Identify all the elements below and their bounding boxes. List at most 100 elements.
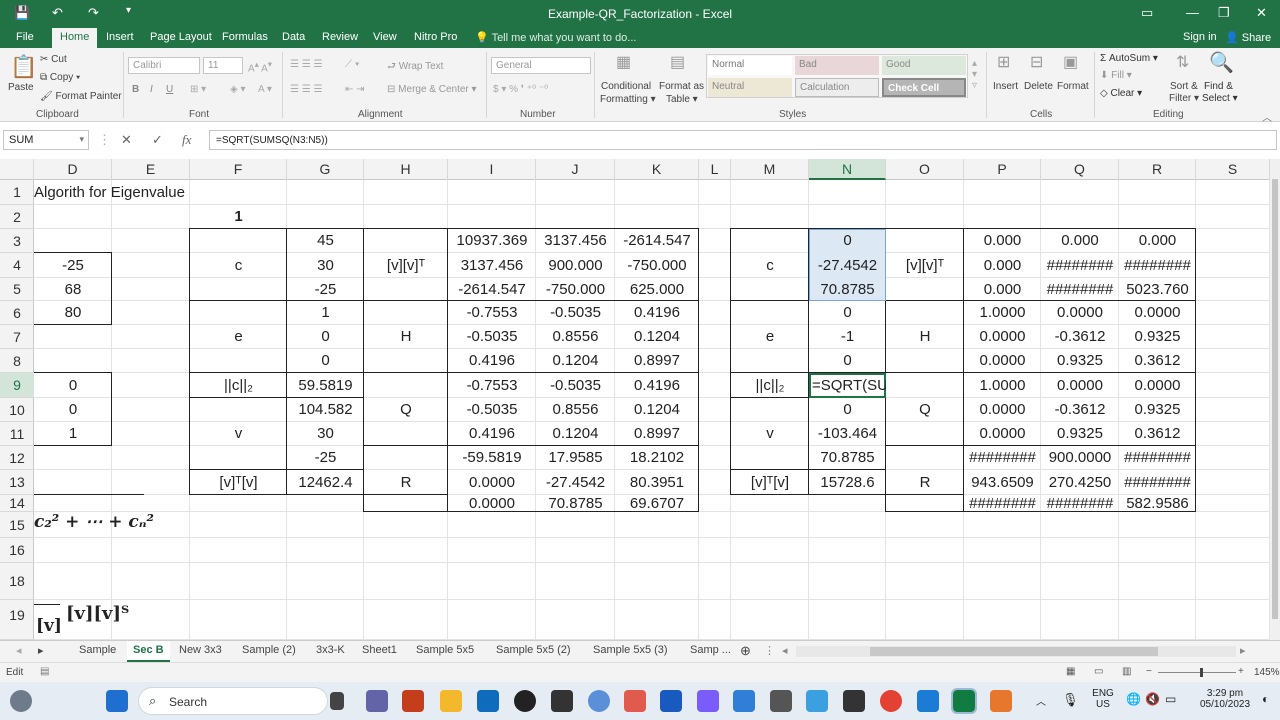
chrome-icon[interactable] — [880, 690, 902, 712]
col-header[interactable]: L — [699, 159, 731, 180]
col-header[interactable]: D — [34, 159, 112, 180]
language-indicator[interactable]: ENG US — [1090, 688, 1116, 710]
zoom-level[interactable]: 145% — [1254, 667, 1280, 678]
number-format-icons[interactable]: $ ▾ % ❜ ⁺⁰ ⁻⁰ — [493, 84, 548, 95]
tab-home[interactable]: Home — [52, 28, 98, 48]
tab-page-layout[interactable]: Page Layout — [150, 31, 212, 43]
notepad-icon[interactable] — [917, 690, 939, 712]
row-header[interactable]: 1 — [0, 180, 34, 205]
sheet-tab[interactable]: Sample — [79, 644, 116, 656]
zoom-slider[interactable] — [1158, 672, 1236, 673]
number-format-select[interactable]: General — [491, 57, 591, 74]
col-header[interactable]: F — [190, 159, 287, 180]
style-bad[interactable]: Bad — [795, 56, 879, 75]
widgets-icon[interactable] — [10, 690, 32, 712]
restore-icon[interactable]: ❐ — [1218, 5, 1230, 21]
align-top-icons[interactable]: ☰ ☰ ☰ — [290, 59, 322, 70]
scroll-right-icon[interactable]: ▸ — [1240, 644, 1246, 657]
find-select-button[interactable]: Find & — [1204, 81, 1233, 92]
col-header[interactable]: O — [886, 159, 964, 180]
format-as-table-icon[interactable]: ▤ — [670, 52, 685, 72]
tab-review[interactable]: Review — [322, 31, 358, 43]
row-header[interactable]: 5 — [0, 278, 34, 301]
zoom-out-icon[interactable]: − — [1146, 666, 1152, 677]
col-header[interactable]: R — [1119, 159, 1196, 180]
copy-button[interactable]: ⧉ Copy ▾ — [40, 72, 80, 83]
font-name-select[interactable]: Calibri — [128, 57, 200, 74]
font-color-icon[interactable]: A ▾ — [258, 84, 272, 95]
matlab-icon[interactable] — [990, 690, 1012, 712]
zoom-slider-thumb[interactable] — [1200, 668, 1203, 677]
cut-button[interactable]: ✂ Cut — [40, 54, 67, 65]
style-normal[interactable]: Normal — [708, 56, 792, 75]
sheet-tab[interactable]: Sample 5x5 — [416, 644, 474, 656]
network-icon[interactable]: 🌐 — [1126, 692, 1141, 706]
conditional-formatting-icon[interactable]: ▦ — [616, 52, 631, 72]
italic-button[interactable]: I — [150, 84, 153, 95]
row-header[interactable]: 12 — [0, 446, 34, 470]
row-header[interactable]: 7 — [0, 325, 34, 349]
find-select-icon[interactable]: 🔍 — [1209, 50, 1234, 75]
tab-nitro-pro[interactable]: Nitro Pro — [414, 31, 457, 43]
col-header[interactable]: G — [287, 159, 364, 180]
delete-cells-button[interactable]: Delete — [1024, 81, 1053, 92]
clear-button[interactable]: ◇ Clear ▾ — [1100, 88, 1142, 99]
zoom-in-icon[interactable]: + — [1238, 666, 1244, 677]
app-slides-icon[interactable] — [624, 690, 646, 712]
insert-function-icon[interactable]: fx — [182, 132, 191, 148]
sort-filter-icon[interactable]: ⇅ — [1176, 52, 1189, 72]
scroll-left-icon[interactable]: ◂ — [782, 644, 788, 657]
tell-me-search[interactable]: 💡 Tell me what you want to do... — [475, 31, 636, 44]
page-layout-view-icon[interactable]: ▭ — [1094, 666, 1103, 677]
worksheet-grid[interactable]: Algorith for Eigenvalue 1 -25 68 80 0 0 … — [34, 180, 1270, 640]
next-sheet-icon[interactable]: ▸ — [38, 644, 44, 657]
app-cube-icon[interactable] — [551, 690, 573, 712]
app-s-icon[interactable] — [806, 690, 828, 712]
tab-formulas[interactable]: Formulas — [222, 31, 268, 43]
sheet-tab[interactable]: Sample 5x5 (2) — [496, 644, 571, 656]
sheet-tab[interactable]: Sample 5x5 (3) — [593, 644, 668, 656]
row-header[interactable]: 16 — [0, 538, 34, 563]
delete-cells-icon[interactable]: ⊟ — [1030, 52, 1043, 72]
teams-icon[interactable] — [366, 690, 388, 712]
excel-taskbar-icon[interactable] — [951, 688, 977, 714]
tab-file[interactable]: File — [16, 31, 34, 43]
row-header[interactable]: 14 — [0, 495, 34, 512]
start-icon[interactable] — [106, 690, 128, 712]
insert-cells-icon[interactable]: ⊞ — [997, 52, 1010, 72]
style-good[interactable]: Good — [882, 56, 966, 75]
row-header[interactable]: 3 — [0, 229, 34, 253]
sort-filter-button[interactable]: Sort & — [1170, 81, 1198, 92]
styles-more-icon[interactable]: ▴ ▾ ▿ — [972, 58, 977, 91]
microphone-icon[interactable]: 🎙 — [1062, 692, 1079, 708]
indent-icons[interactable]: ⇤ ⇥ — [345, 84, 365, 95]
col-header[interactable]: J — [536, 159, 615, 180]
row-header[interactable]: 18 — [0, 563, 34, 600]
macro-record-icon[interactable]: ▤ — [40, 666, 49, 677]
orientation-icon[interactable]: ⟋ ▾ — [345, 59, 360, 70]
col-header[interactable]: P — [964, 159, 1041, 180]
borders-icon[interactable]: ⊞ ▾ — [190, 84, 206, 95]
sheet-tab[interactable]: 3x3-K — [316, 644, 345, 656]
style-neutral[interactable]: Neutral — [708, 78, 792, 97]
row-header[interactable]: 11 — [0, 422, 34, 446]
bold-button[interactable]: B — [132, 84, 139, 95]
fill-button[interactable]: ⬇ Fill ▾ — [1100, 70, 1132, 81]
word-icon[interactable] — [660, 690, 682, 712]
add-sheet-icon[interactable]: ⊕ — [740, 643, 751, 659]
calendar-icon[interactable] — [733, 690, 755, 712]
sheet-tab[interactable]: New 3x3 — [179, 644, 222, 656]
page-break-view-icon[interactable]: ▥ — [1122, 666, 1131, 677]
horizontal-scroll-thumb[interactable] — [870, 647, 1158, 656]
tab-split-handle-icon[interactable]: ⋮ — [764, 644, 775, 657]
formula-input[interactable]: =SQRT(SUMSQ(N3:N5)) — [209, 130, 1277, 150]
col-header[interactable]: E — [112, 159, 190, 180]
row-header[interactable]: 15 — [0, 512, 34, 538]
row-header[interactable]: 4 — [0, 253, 34, 278]
col-header[interactable]: K — [615, 159, 699, 180]
tab-view[interactable]: View — [373, 31, 397, 43]
col-header[interactable]: H — [364, 159, 448, 180]
sheet-tab[interactable]: Sample (2) — [242, 644, 296, 656]
row-header[interactable]: 2 — [0, 205, 34, 229]
row-header[interactable]: 10 — [0, 398, 34, 422]
